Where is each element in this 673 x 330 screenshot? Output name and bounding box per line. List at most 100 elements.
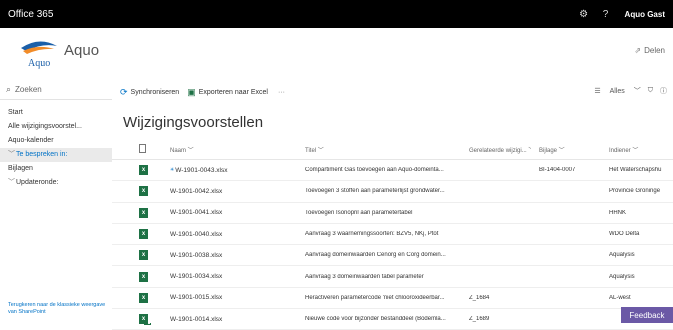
excel-file-icon: x: [139, 186, 148, 196]
cell-submitter: Aqualysis: [601, 252, 673, 258]
cell-submitter: Provincie Groninge: [601, 188, 673, 194]
nav-item-label: Alle wijzigingsvoorstel...: [8, 123, 82, 130]
nav-item[interactable]: Start: [0, 106, 112, 120]
nav-item[interactable]: Bijlagen: [0, 162, 112, 176]
nav-item[interactable]: ﹀Updateronde:: [0, 176, 112, 190]
cell-title: Toevoegen Isonopril aan parametertabel: [297, 210, 461, 216]
share-label: Delen: [644, 46, 665, 55]
file-name[interactable]: W-1901-0042.xlsx: [162, 188, 297, 195]
column-header-attachment[interactable]: Bijlage ﹀: [531, 145, 601, 154]
view-selector[interactable]: ☰ Alles ﹀: [587, 86, 640, 96]
logo-text: Aquo: [28, 58, 50, 69]
nav-item[interactable]: Alle wijzigingsvoorstel...: [0, 120, 112, 134]
sync-icon: ⟳: [120, 87, 128, 98]
nav-item-label: Te bespreken in:: [16, 151, 67, 158]
export-label: Exporteren naar Excel: [199, 89, 268, 96]
cell-submitter: WDO Delta: [601, 231, 673, 237]
column-header-title[interactable]: Titel ﹀: [297, 145, 461, 154]
document-icon: [139, 144, 146, 153]
cell-title: Heractiveren parametercode 'niet chlooro…: [297, 295, 461, 301]
file-name[interactable]: W-1901-0038.xlsx: [162, 252, 297, 259]
cell-title: Aanvraag 3 waarnemingssoorten: BZV5, NKj…: [297, 231, 461, 237]
export-excel-button[interactable]: ▣Exporteren naar Excel: [187, 87, 268, 98]
list-rows: x ✳W-1901-0043.xlsxCompartiment Gas toevo…: [112, 160, 673, 330]
search-box[interactable]: ⌕ Zoeken: [0, 80, 112, 100]
file-type-header[interactable]: [112, 144, 162, 155]
table-row[interactable]: x W-1901-0038.xlsxAanvraag domeinwaarden …: [112, 245, 673, 266]
view-list-icon: ☰: [594, 88, 600, 95]
excel-file-icon: x: [139, 165, 148, 175]
new-item-icon: ✳: [170, 167, 174, 173]
nav-item[interactable]: Aquo-kalender: [0, 134, 112, 148]
file-name[interactable]: W-1901-0034.xlsx: [162, 273, 297, 280]
file-name[interactable]: W-1901-0041.xlsx: [162, 209, 297, 216]
nav-item-label: Updateronde:: [16, 179, 58, 186]
chevron-down-icon[interactable]: ﹀: [8, 148, 16, 162]
settings-gear-icon[interactable]: ⚙: [573, 0, 595, 28]
nav-item-label: Start: [8, 109, 23, 116]
classic-view-link[interactable]: Terugkeren naar de klassieke weergave va…: [8, 302, 108, 316]
cell-related[interactable]: Z_1689: [461, 316, 531, 322]
excel-file-icon: x: [139, 293, 148, 303]
nav-item-label: Aquo-kalender: [8, 137, 54, 144]
search-placeholder: Zoeken: [15, 85, 42, 94]
list-header: Naam ﹀ Titel ﹀ Gerelateerde wijzigi... ﹀…: [112, 140, 673, 160]
cell-related[interactable]: Z_1684: [461, 295, 531, 301]
cell-title: Aanvraag 3 domeinwaarden tabel parameter: [297, 274, 461, 280]
suite-bar: Office 365 ⚙ ? Aquo Gast: [0, 0, 673, 28]
view-label: Alles: [610, 88, 625, 95]
column-header-related[interactable]: Gerelateerde wijzigi... ﹀: [461, 145, 531, 154]
more-options-button[interactable]: ···: [278, 89, 285, 96]
share-icon: ⇗: [634, 46, 641, 55]
site-title[interactable]: Aquo: [64, 42, 99, 59]
cell-submitter: Het Waterschapshu: [601, 167, 673, 173]
chevron-down-icon: ﹀: [634, 88, 641, 95]
table-row[interactable]: x W-1901-0015.xlsxHeractiveren parameterc…: [112, 288, 673, 309]
command-bar: ⟳Synchroniseren ▣Exporteren naar Excel ·…: [112, 84, 673, 100]
filter-icon[interactable]: ⛉: [648, 87, 653, 95]
cell-submitter: Aqualysis: [601, 274, 673, 280]
document-list: Naam ﹀ Titel ﹀ Gerelateerde wijzigi... ﹀…: [112, 140, 673, 330]
file-name[interactable]: W-1901-0040.xlsx: [162, 231, 297, 238]
excel-file-icon: x: [139, 250, 148, 260]
table-row[interactable]: x W-1901-0034.xlsxAanvraag 3 domeinwaarde…: [112, 266, 673, 287]
cell-title: Nieuwe code voor bijzonder bestanddeel (…: [297, 316, 461, 322]
office-365-brand[interactable]: Office 365: [8, 9, 53, 20]
sync-button[interactable]: ⟳Synchroniseren: [120, 87, 179, 98]
column-header-submitter[interactable]: Indiener ﹀: [601, 145, 673, 154]
table-row[interactable]: x W-1901-0041.xlsxToevoegen Isonopril aan…: [112, 203, 673, 224]
help-icon[interactable]: ?: [595, 0, 617, 28]
cell-submitter: AL-west: [601, 295, 673, 301]
cell-title: Aanvraag domeinwaarden Cenorg en Corg do…: [297, 252, 461, 258]
user-name[interactable]: Aquo Gast: [625, 10, 665, 19]
info-icon[interactable]: ⓘ: [660, 86, 667, 96]
table-row[interactable]: x W-1901-0042.xlsxToevoegen 3 stoffen aan…: [112, 181, 673, 202]
file-name[interactable]: W-1901-0014.xlsx: [162, 316, 297, 323]
table-row[interactable]: xW-1901-0014.xlsxNieuwe code voor bijzon…: [112, 309, 673, 330]
feedback-button[interactable]: Feedback: [621, 307, 673, 323]
excel-icon: ▣: [187, 87, 196, 98]
sync-label: Synchroniseren: [131, 89, 180, 96]
excel-file-icon: x: [139, 208, 148, 218]
file-name[interactable]: ✳W-1901-0043.xlsx: [162, 167, 297, 174]
cell-title: Compartiment Gas toevoegen aan Aquo-dome…: [297, 167, 461, 173]
site-header: Aquo Aquo ⇗Delen: [0, 28, 673, 76]
column-header-name[interactable]: Naam ﹀: [162, 145, 297, 154]
cell-submitter: HHNK: [601, 210, 673, 216]
aquo-logo[interactable]: Aquo: [18, 34, 60, 70]
cell-attachment[interactable]: BI-1404-0007: [531, 167, 601, 173]
search-icon: ⌕: [6, 84, 11, 95]
chevron-down-icon[interactable]: ﹀: [8, 176, 16, 190]
table-row[interactable]: x W-1901-0040.xlsxAanvraag 3 waarnemingss…: [112, 224, 673, 245]
page-title: Wijzigingsvoorstellen: [123, 114, 263, 131]
cell-title: Toevoegen 3 stoffen aan parameterlijst g…: [297, 188, 461, 194]
quick-launch: Start Alle wijzigingsvoorstel... Aquo-kale…: [0, 106, 112, 190]
share-button[interactable]: ⇗Delen: [634, 46, 665, 55]
table-row[interactable]: x ✳W-1901-0043.xlsxCompartiment Gas toevo…: [112, 160, 673, 181]
excel-file-icon: x: [139, 229, 148, 239]
file-name[interactable]: W-1901-0015.xlsx: [162, 294, 297, 301]
nav-item[interactable]: ﹀Te bespreken in:: [0, 148, 112, 162]
left-navigation: ⌕ Zoeken Start Alle wijzigingsvoorstel...…: [0, 76, 112, 323]
excel-file-icon: x: [139, 272, 148, 282]
nav-item-label: Bijlagen: [8, 165, 33, 172]
